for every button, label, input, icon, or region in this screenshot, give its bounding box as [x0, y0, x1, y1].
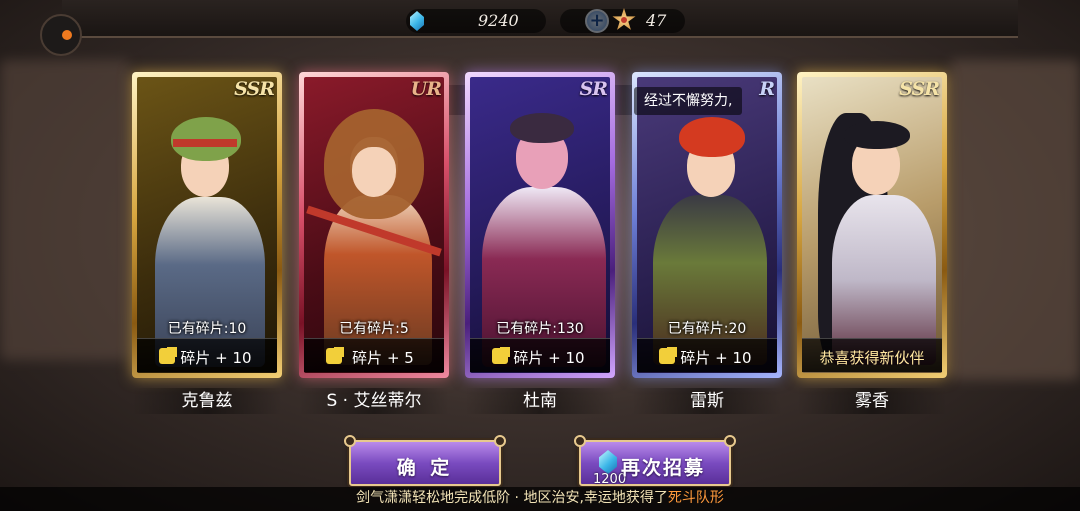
ornament-icon — [494, 435, 506, 447]
ornament-icon — [344, 435, 356, 447]
background-scenery — [0, 60, 130, 360]
shards-owned-text: 已有碎片:10 — [167, 321, 247, 337]
character-name: S · 艾丝蒂尔 — [299, 388, 449, 414]
rarity-badge: SR — [579, 78, 607, 100]
result-card[interactable]: R 已有碎片:20 碎片 + 10 — [632, 72, 782, 378]
reward-banner: 碎片 + 10 — [637, 338, 777, 372]
character-name: 雾香 — [797, 388, 947, 414]
dialog-text: 经过不懈努力, — [634, 87, 743, 115]
ornament-icon — [724, 435, 736, 447]
reward-text: 碎片 + 10 — [513, 349, 585, 367]
new-companion-text: 恭喜获得新伙伴 — [819, 349, 925, 367]
character-art — [802, 77, 942, 373]
menu-corner-button[interactable] — [40, 14, 82, 56]
reward-text: 碎片 + 10 — [180, 349, 252, 367]
reward-text: 碎片 + 5 — [352, 349, 414, 367]
character-name: 杜南 — [465, 388, 615, 414]
ticker-highlight: 死斗队形 — [667, 490, 724, 506]
gem-icon — [599, 450, 617, 474]
character-name: 克鲁兹 — [132, 388, 282, 414]
reward-banner: 碎片 + 10 — [137, 338, 277, 372]
result-card[interactable]: SR 已有碎片:130 碎片 + 10 — [465, 72, 615, 378]
gem-count: 9240 — [478, 11, 519, 30]
reward-text: 碎片 + 10 — [680, 349, 752, 367]
recruit-again-label: 再次招募 — [621, 457, 706, 479]
resource-bar: 9240 + 47 — [40, 0, 1018, 56]
shards-owned-text: 已有碎片:20 — [667, 321, 747, 337]
rarity-badge: SSR — [899, 78, 940, 100]
confirm-label: 确 定 — [396, 457, 454, 479]
reward-banner: 恭喜获得新伙伴 — [802, 338, 942, 372]
ticker-text: 剑气潇潇轻松地完成低阶 · 地区治安,幸运地获得了 — [356, 490, 668, 506]
reward-banner: 碎片 + 10 — [470, 338, 610, 372]
confirm-button[interactable]: 确 定 — [344, 435, 506, 486]
result-card[interactable]: SSR 恭喜获得新伙伴 — [797, 72, 947, 378]
shards-owned-text: 已有碎片:5 — [339, 321, 409, 337]
result-card[interactable]: SSR 已有碎片:10 碎片 + 10 — [132, 72, 282, 378]
star-count: 47 — [646, 11, 667, 30]
reward-banner: 碎片 + 5 — [304, 338, 444, 372]
character-name: 雷斯 — [632, 388, 782, 414]
result-card[interactable]: UR 已有碎片:5 碎片 + 5 — [299, 72, 449, 378]
recruit-again-button[interactable]: 1200 再次招募 — [574, 435, 736, 487]
rarity-badge: UR — [410, 78, 442, 100]
ornament-icon — [574, 435, 586, 447]
announcement-ticker: 剑气潇潇轻松地完成低阶 · 地区治安,幸运地获得了死斗队形 — [0, 487, 1080, 511]
rarity-badge: R — [759, 78, 775, 100]
rarity-badge: SSR — [234, 78, 275, 100]
shards-owned-text: 已有碎片:130 — [496, 321, 584, 337]
background-scenery-right — [950, 60, 1080, 380]
gem-counter — [406, 9, 546, 33]
